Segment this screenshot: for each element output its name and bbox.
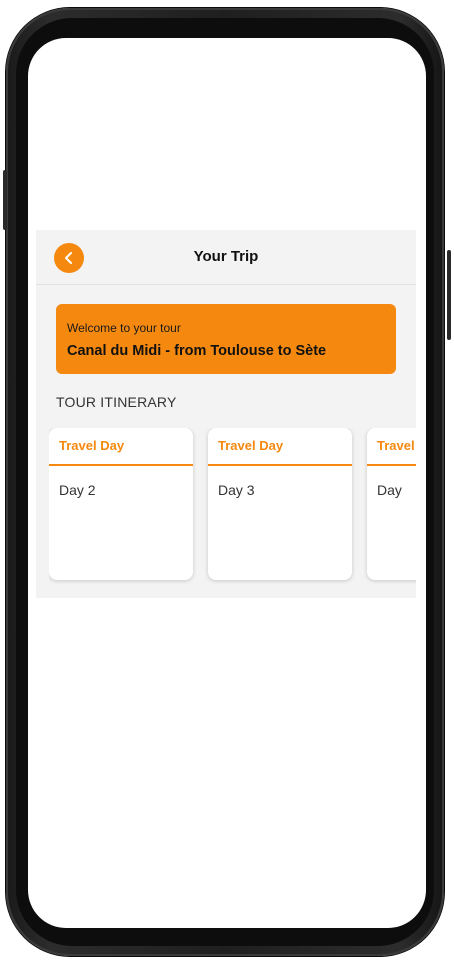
tour-name: Canal du Midi - from Toulouse to Sète xyxy=(67,343,327,359)
back-button[interactable] xyxy=(54,243,84,273)
day-card-type: Travel Day xyxy=(208,428,352,466)
day-card-label: Day 3 xyxy=(218,482,255,498)
itinerary-day-card[interactable]: Travel Day Day 3 xyxy=(208,428,352,580)
itinerary-day-card[interactable]: Travel Day Day 2 xyxy=(49,428,193,580)
navigation-bar: Your Trip xyxy=(36,230,416,285)
day-card-label: Day 2 xyxy=(59,482,96,498)
itinerary-day-card[interactable]: Travel Day Day xyxy=(367,428,416,580)
welcome-text: Welcome to your tour xyxy=(67,321,181,335)
phone-screen: Your Trip Welcome to your tour Canal du … xyxy=(28,38,426,928)
welcome-banner: Welcome to your tour Canal du Midi - fro… xyxy=(56,304,396,374)
day-card-type: Travel Day xyxy=(49,428,193,466)
day-card-type: Travel Day xyxy=(367,428,416,466)
trip-screen: Your Trip Welcome to your tour Canal du … xyxy=(36,230,416,598)
day-card-label: Day xyxy=(377,482,402,498)
itinerary-section-title: TOUR ITINERARY xyxy=(56,394,177,410)
phone-volume-button xyxy=(3,170,7,230)
page-title: Your Trip xyxy=(193,248,259,265)
phone-power-button xyxy=(447,250,451,340)
chevron-left-icon xyxy=(65,252,72,264)
itinerary-carousel[interactable]: Travel Day Day 2 Travel Day Day 3 Travel… xyxy=(49,428,416,586)
